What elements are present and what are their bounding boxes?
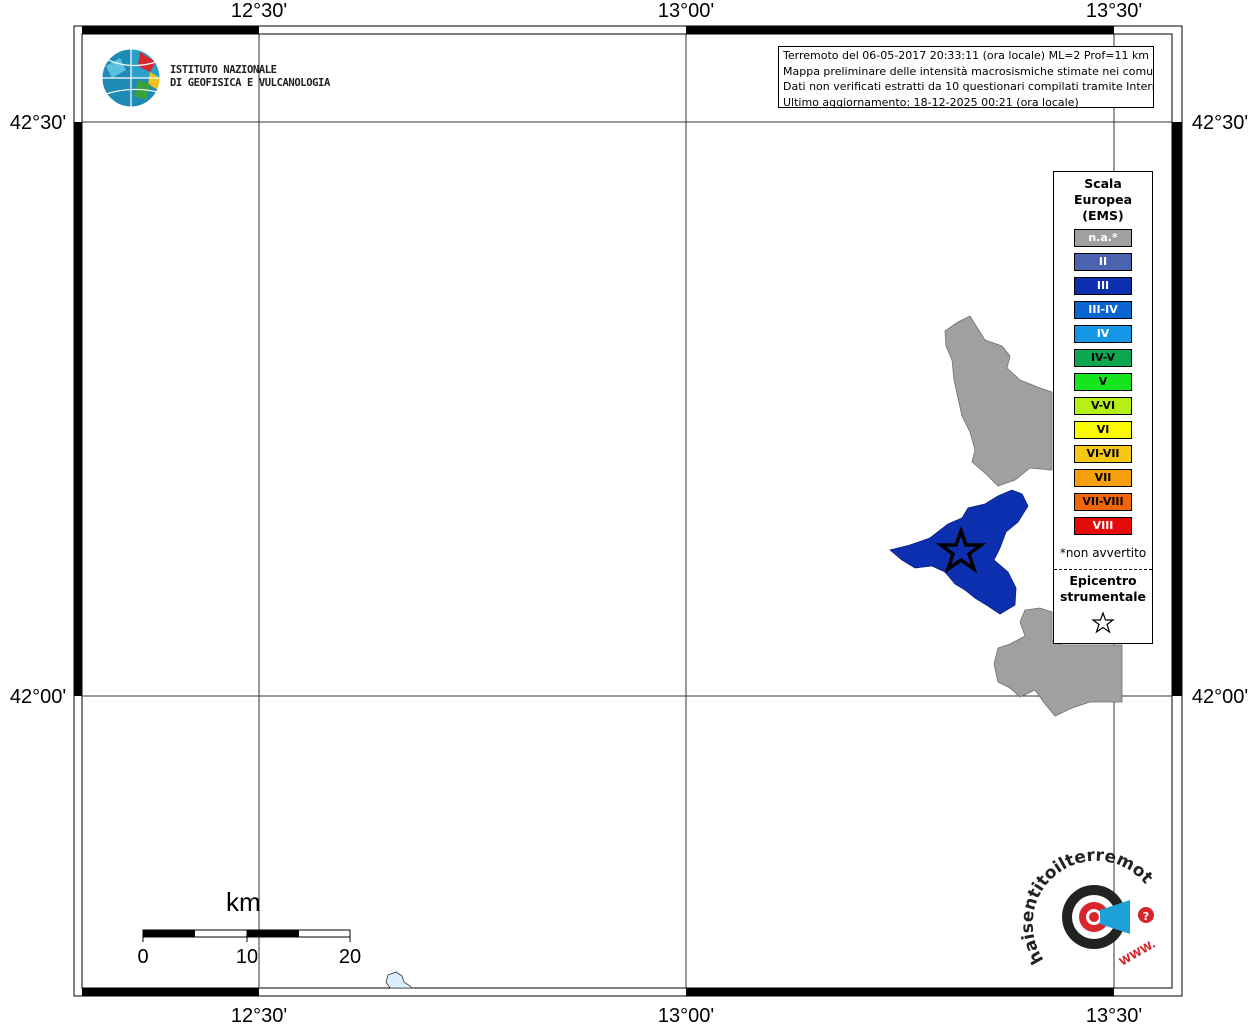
scale-unit: km: [226, 887, 261, 917]
legend-note: *non avvertito: [1059, 546, 1147, 560]
legend-swatch: II: [1074, 253, 1132, 271]
scale-label: 0: [137, 946, 148, 968]
legend-swatch: III: [1074, 277, 1132, 295]
legend-epicenter-title: Epicentro strumentale: [1059, 573, 1147, 604]
legend-swatch: III-IV: [1074, 301, 1132, 319]
info-line: Terremoto del 06-05-2017 20:33:11 (ora l…: [783, 49, 1150, 62]
scale-label: 10: [236, 946, 258, 968]
legend-swatch: VIII: [1074, 517, 1132, 535]
scale-label: 20: [339, 946, 361, 968]
legend-swatch: n.a.*: [1074, 229, 1132, 247]
event-info-box: Terremoto del 06-05-2017 20:33:11 (ora l…: [778, 46, 1154, 108]
lat-tick-left: 42°30': [10, 112, 66, 134]
lon-tick-top: 13°30': [1086, 0, 1142, 22]
legend-swatch: VI-VII: [1074, 445, 1132, 463]
lon-tick-top: 13°00': [658, 0, 714, 22]
lon-tick-bottom: 13°00': [658, 1005, 714, 1024]
info-line: Dati non verificati estratti da 10 quest…: [783, 80, 1154, 93]
lon-tick-bottom: 13°30': [1086, 1005, 1142, 1024]
legend-swatch: VI: [1074, 421, 1132, 439]
info-line: Mappa preliminare delle intensità macros…: [783, 64, 1154, 78]
ems-legend: Scala Europea (EMS) n.a.* II III III-IV IV IV…: [1053, 171, 1153, 644]
lon-tick-top: 12°30': [231, 0, 287, 22]
svg-text:?: ?: [1143, 910, 1149, 923]
logo-line: ISTITUTO NAZIONALE: [170, 64, 277, 76]
legend-swatch: VII: [1074, 469, 1132, 487]
logo-line: DI GEOFISICA E VULCANOLOGIA: [170, 77, 330, 89]
legend-swatch: VII-VIII: [1074, 493, 1132, 511]
legend-swatch: V-VI: [1074, 397, 1132, 415]
info-line: Ultimo aggiornamento: 18-12-2025 00:21 (…: [783, 95, 1079, 108]
legend-title: Scala Europea (EMS): [1073, 176, 1133, 223]
ingv-logo-icon: [101, 48, 161, 108]
lon-tick-bottom: 12°30': [231, 1005, 287, 1024]
lat-tick-right: 42°00': [1192, 686, 1248, 708]
legend-divider: [1054, 569, 1152, 570]
legend-star-icon: [1091, 611, 1115, 634]
ingv-logo-text: ISTITUTO NAZIONALE DI GEOFISICA E VULCAN…: [170, 64, 330, 90]
lat-tick-right: 42°30': [1192, 112, 1248, 134]
legend-swatch: IV: [1074, 325, 1132, 343]
legend-swatch: IV-V: [1074, 349, 1132, 367]
lat-tick-left: 42°00': [10, 686, 66, 708]
legend-swatch: V: [1074, 373, 1132, 391]
